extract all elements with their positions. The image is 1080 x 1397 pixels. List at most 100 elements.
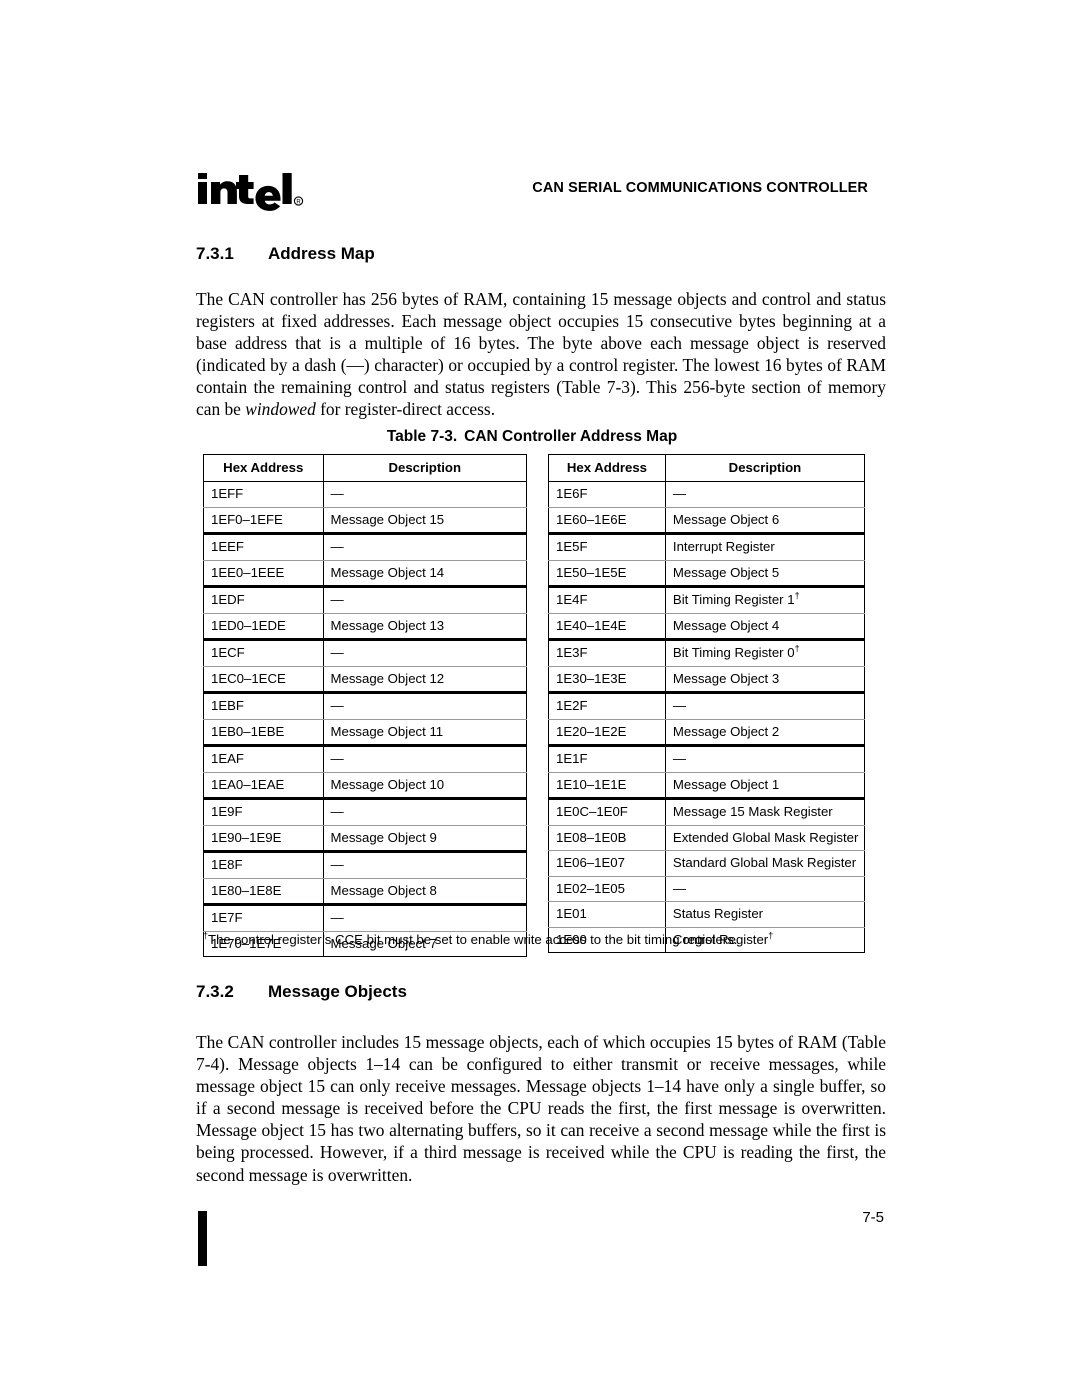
cell-hex-address: 1EC0–1ECE	[203, 666, 324, 694]
document-page: R CAN SERIAL COMMUNICATIONS CONTROLLER 7…	[0, 0, 1080, 1397]
intel-logo: R	[196, 168, 304, 214]
table-row: 1E40–1E4E Message Object 4	[548, 613, 866, 641]
cell-hex-address: 1E50–1E5E	[548, 560, 666, 588]
cell-hex-address: 1ED0–1EDE	[203, 613, 324, 641]
table-row: 1EDF —	[203, 586, 527, 614]
table-row: 1E06–1E07 Standard Global Mask Register	[548, 850, 866, 877]
cell-description: —	[664, 481, 866, 508]
cell-hex-address: 1E2F	[548, 692, 666, 720]
cell-hex-address: 1ECF	[203, 639, 324, 667]
cell-hex-address: 1E06–1E07	[548, 850, 666, 877]
table-row: 1E6F —	[548, 481, 866, 508]
address-map-table-right: Hex Address Description 1E6F —1E60–1E6E Me…	[548, 454, 866, 953]
page-number: 7-5	[862, 1209, 884, 1226]
table-row: 1E08–1E0B Extended Global Mask Register	[548, 825, 866, 851]
cell-description: Message Object 1	[664, 772, 866, 800]
cell-description: —	[322, 798, 527, 826]
paragraph-text: The CAN controller includes 15 message o…	[196, 1032, 886, 1185]
footnote-text: The control register’s CCE bit must be s…	[208, 932, 738, 947]
cell-description: Bit Timing Register 0†	[664, 639, 866, 667]
cell-hex-address: 1EF0–1EFE	[203, 507, 324, 535]
cell-description: Message 15 Mask Register	[664, 798, 866, 826]
table-row: 1EAF —	[203, 745, 527, 773]
section-title: Message Objects	[268, 982, 407, 1001]
section-number: 7.3.2	[196, 982, 234, 1001]
cell-hex-address: 1EDF	[203, 586, 324, 614]
table-row: 1E1F —	[548, 745, 866, 773]
section-heading-7-3-1: 7.3.1 Address Map	[196, 244, 375, 264]
cell-description: Message Object 14	[322, 560, 527, 588]
cell-description: —	[322, 904, 527, 932]
table-row: 1EB0–1EBE Message Object 11	[203, 719, 527, 747]
table-body-left: 1EFF —1EF0–1EFE Message Object 15 1EEF —1EE0…	[203, 481, 527, 957]
cell-hex-address: 1E01	[548, 901, 666, 928]
cell-description: Message Object 10	[322, 772, 527, 800]
column-header-description: Description	[322, 454, 527, 482]
cell-description: Message Object 11	[322, 719, 527, 747]
cell-hex-address: 1E10–1E1E	[548, 772, 666, 800]
cell-description: Message Object 15	[322, 507, 527, 535]
cell-hex-address: 1EB0–1EBE	[203, 719, 324, 747]
table-row: 1E50–1E5E Message Object 5	[548, 560, 866, 588]
table-caption: Table 7-3. CAN Controller Address Map	[196, 428, 868, 446]
table-row: 1E5F Interrupt Register	[548, 533, 866, 561]
table-row: 1EA0–1EAE Message Object 10	[203, 772, 527, 800]
paragraph-message-objects: The CAN controller includes 15 message o…	[196, 1031, 886, 1186]
table-header-row: Hex Address Description	[548, 454, 866, 482]
paragraph-address-map: The CAN controller has 256 bytes of RAM,…	[196, 288, 886, 421]
cell-description: —	[322, 533, 527, 561]
section-number: 7.3.1	[196, 244, 234, 263]
cell-description: Message Object 3	[664, 666, 866, 694]
cell-hex-address: 1E60–1E6E	[548, 507, 666, 535]
cell-description: —	[322, 586, 527, 614]
footer-rule-bar	[198, 1211, 207, 1266]
table-row: 1E4F Bit Timing Register 1†	[548, 586, 866, 614]
cell-description: Standard Global Mask Register	[664, 850, 866, 877]
table-row: 1EFF —	[203, 481, 527, 508]
table-row: 1E20–1E2E Message Object 2	[548, 719, 866, 747]
cell-hex-address: 1E90–1E9E	[203, 825, 324, 853]
cell-description: Interrupt Register	[664, 533, 866, 561]
column-header-hex-address: Hex Address	[548, 454, 666, 482]
cell-description: —	[664, 876, 866, 902]
table-row: 1EBF —	[203, 692, 527, 720]
cell-hex-address: 1E3F	[548, 639, 666, 667]
cell-hex-address: 1E4F	[548, 586, 666, 614]
footnote-reference-icon: †	[794, 643, 800, 654]
cell-description: Message Object 13	[322, 613, 527, 641]
column-header-description: Description	[664, 454, 866, 482]
column-header-hex-address: Hex Address	[203, 454, 324, 482]
table-row: 1E3F Bit Timing Register 0†	[548, 639, 866, 667]
table-caption-title: CAN Controller Address Map	[464, 428, 678, 445]
running-header-title: CAN SERIAL COMMUNICATIONS CONTROLLER	[532, 180, 868, 196]
section-heading-7-3-2: 7.3.2 Message Objects	[196, 982, 407, 1002]
cell-hex-address: 1E8F	[203, 851, 324, 879]
address-map-table-left: Hex Address Description 1EFF —1EF0–1EFE Me…	[203, 454, 527, 957]
table-row: 1EE0–1EEE Message Object 14	[203, 560, 527, 588]
cell-description: Message Object 6	[664, 507, 866, 535]
cell-description: —	[322, 481, 527, 508]
table-body-right: 1E6F —1E60–1E6E Message Object 6 1E5F Interr…	[548, 481, 866, 953]
cell-description: Message Object 8	[322, 878, 527, 906]
cell-description: —	[322, 692, 527, 720]
table-row: 1E9F —	[203, 798, 527, 826]
paragraph-text: The CAN controller has 256 bytes of RAM,…	[196, 289, 886, 420]
cell-hex-address: 1E0C–1E0F	[548, 798, 666, 826]
cell-description: Extended Global Mask Register	[664, 825, 866, 851]
cell-hex-address: 1EA0–1EAE	[203, 772, 324, 800]
cell-hex-address: 1E40–1E4E	[548, 613, 666, 641]
cell-description: Message Object 4	[664, 613, 866, 641]
table-row: 1E90–1E9E Message Object 9	[203, 825, 527, 853]
cell-description: —	[322, 639, 527, 667]
cell-hex-address: 1EAF	[203, 745, 324, 773]
table-row: 1EC0–1ECE Message Object 12	[203, 666, 527, 694]
table-row: 1E02–1E05—	[548, 876, 866, 902]
cell-hex-address: 1EFF	[203, 481, 324, 508]
table-row: 1E0C–1E0F Message 15 Mask Register	[548, 798, 866, 826]
cell-hex-address: 1E5F	[548, 533, 666, 561]
footnote-reference-icon: †	[794, 590, 800, 601]
cell-hex-address: 1E20–1E2E	[548, 719, 666, 747]
table-header-row: Hex Address Description	[203, 454, 527, 482]
table-row: 1E8F —	[203, 851, 527, 879]
table-row: 1E30–1E3E Message Object 3	[548, 666, 866, 694]
